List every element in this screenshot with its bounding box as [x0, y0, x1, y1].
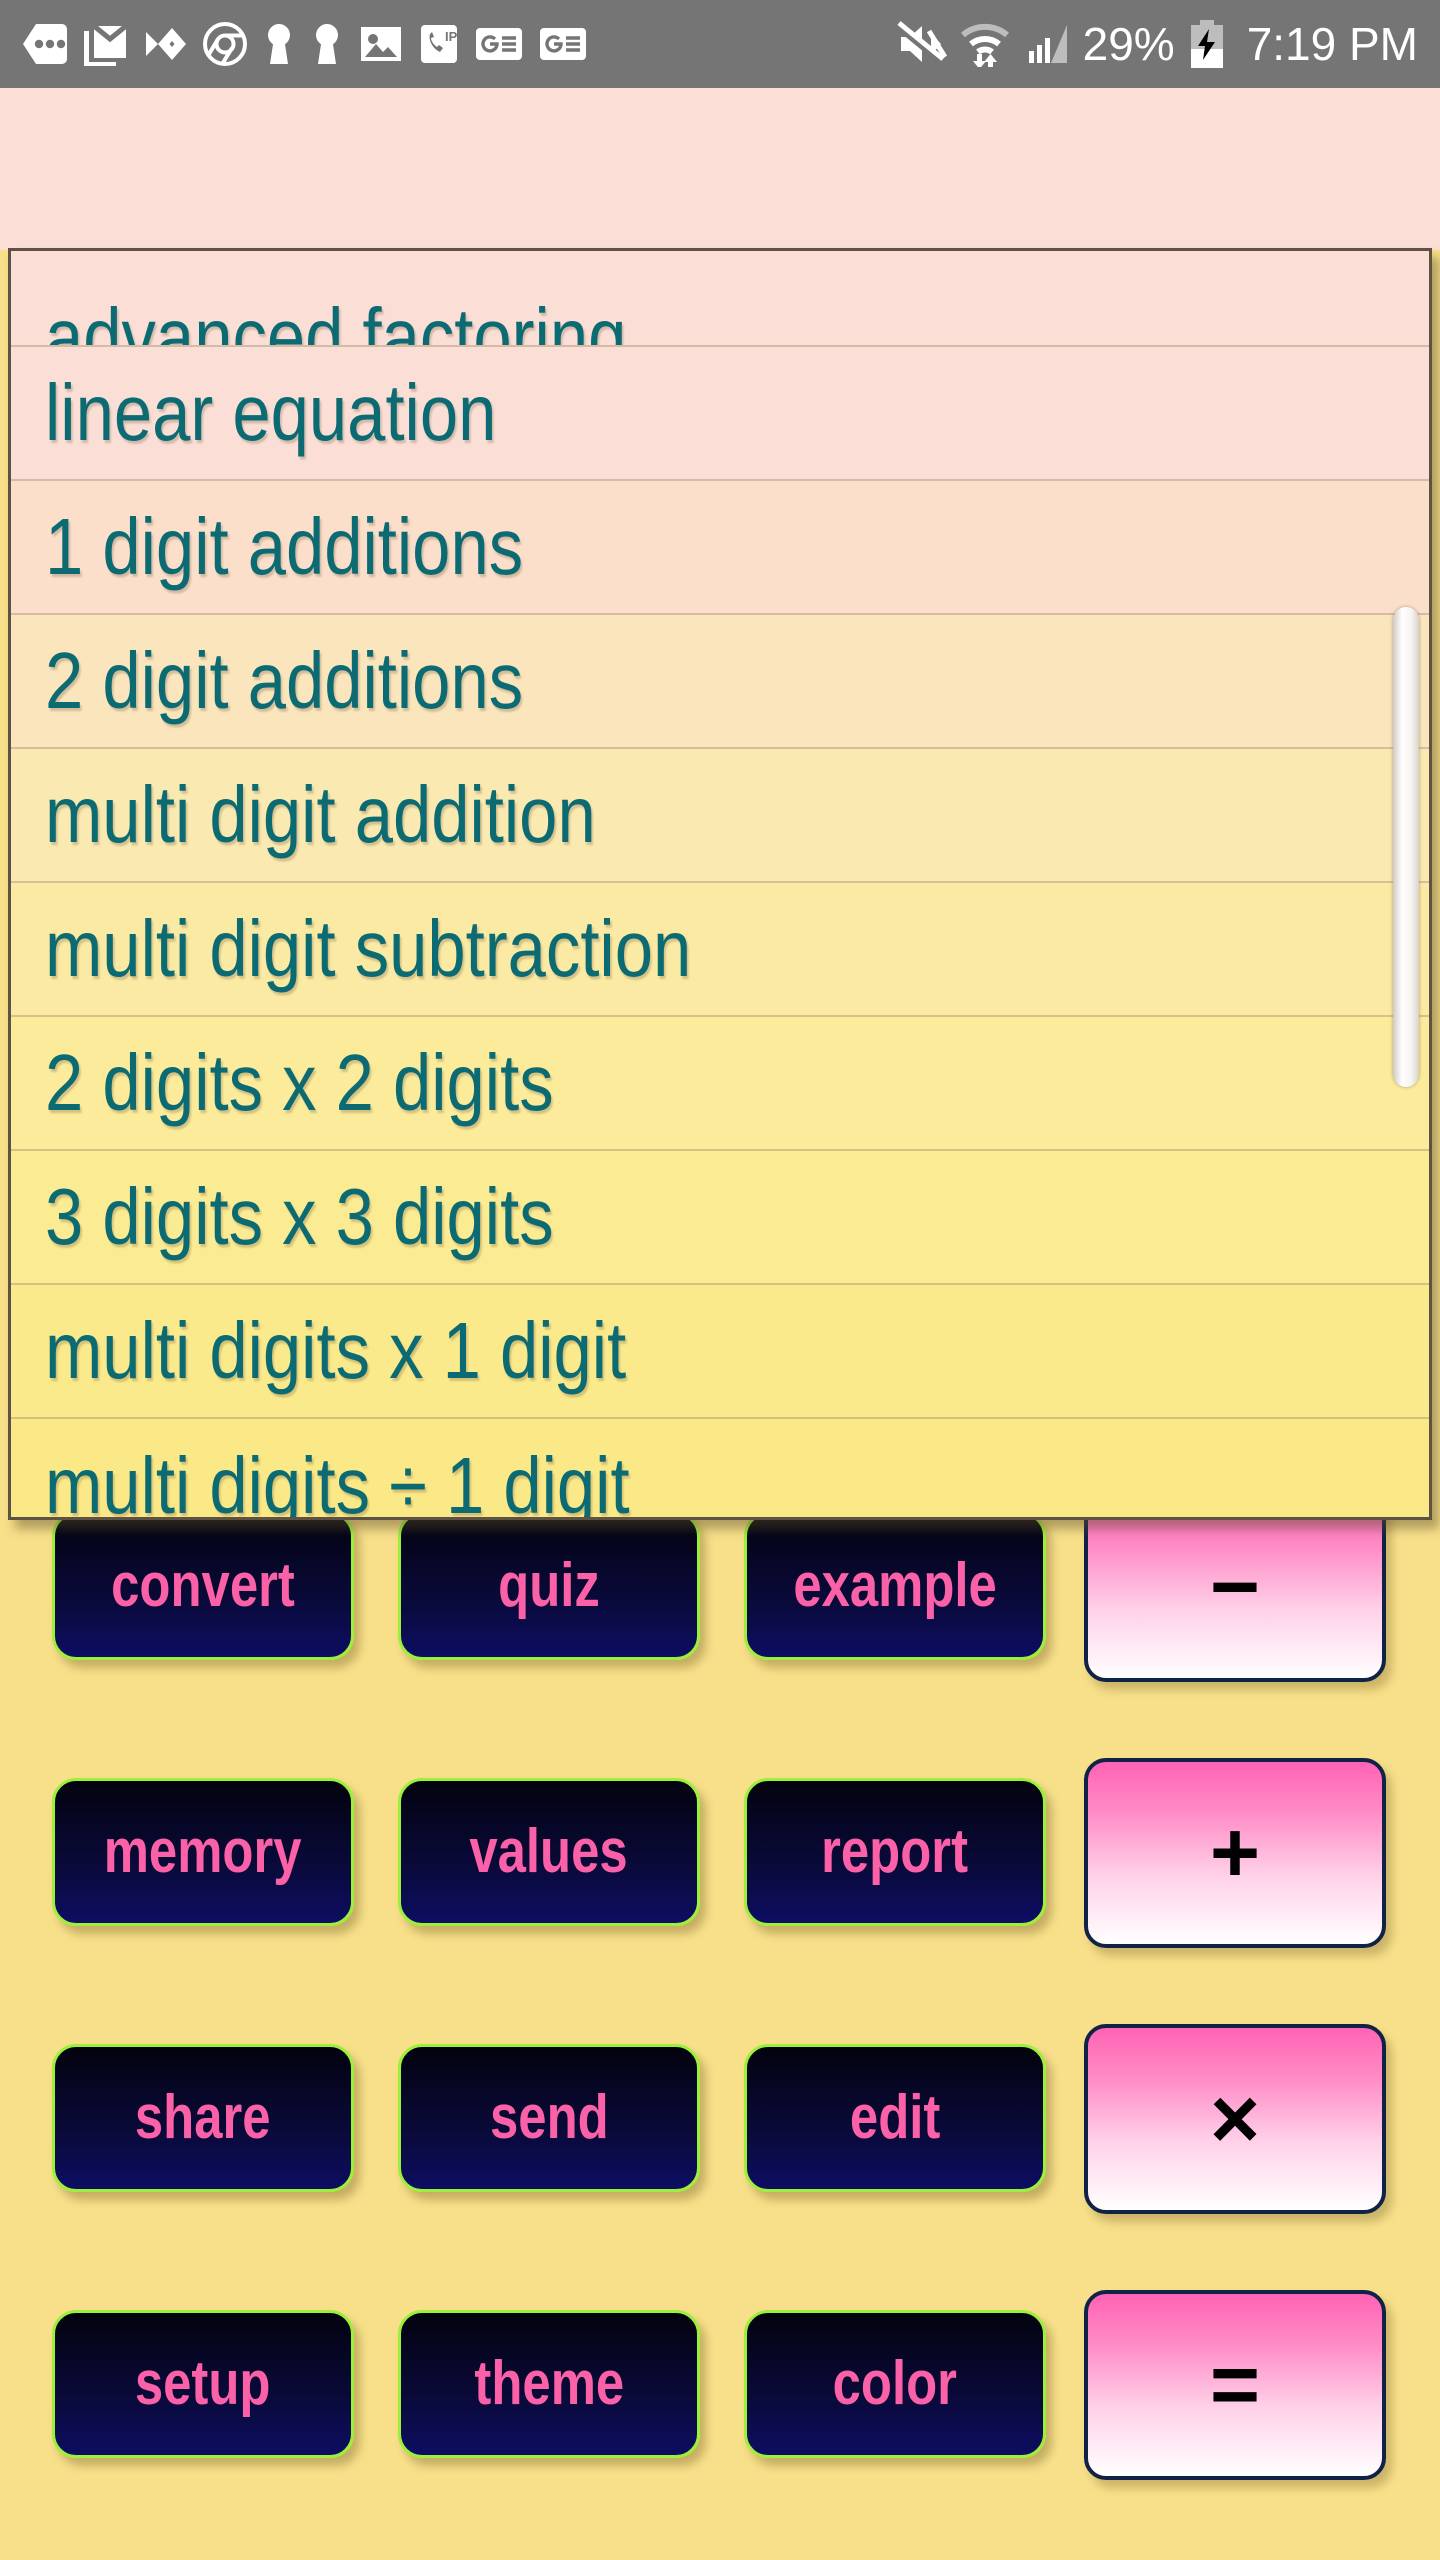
- phone-screen: IP 29% 7:19 PM convert quiz example memo…: [0, 0, 1440, 2560]
- list-item-label: multi digits x 1 digit: [45, 1306, 627, 1395]
- list-item[interactable]: multi digits ÷ 1 digit: [11, 1419, 1429, 1520]
- battery-charging-icon: [1190, 20, 1223, 68]
- list-item-label: 3 digits x 3 digits: [45, 1172, 554, 1261]
- button-label: memory: [104, 1817, 302, 1886]
- button-setup[interactable]: setup: [52, 2310, 354, 2458]
- button-label: send: [489, 2083, 609, 2152]
- wifi-icon: [960, 23, 1009, 67]
- chrome-icon: [203, 22, 247, 66]
- list-scrollbar-thumb[interactable]: [1393, 607, 1419, 1087]
- status-bar-notification-icons: IP: [22, 22, 588, 66]
- button-label: −: [1209, 1539, 1261, 1635]
- button-label: example: [793, 1551, 997, 1620]
- button-label: =: [1209, 2337, 1261, 2433]
- button-label: setup: [135, 2349, 271, 2418]
- button-label: convert: [111, 1551, 295, 1620]
- list-item[interactable]: 2 digits x 2 digits: [11, 1017, 1429, 1151]
- button-example[interactable]: example: [744, 1512, 1046, 1660]
- button-label: theme: [474, 2349, 624, 2418]
- google-news-icon: [476, 28, 522, 60]
- button-label: share: [135, 2083, 271, 2152]
- list-item-label: 2 digits x 2 digits: [45, 1038, 554, 1127]
- button-values[interactable]: values: [398, 1778, 700, 1926]
- button-plus[interactable]: +: [1084, 1758, 1386, 1948]
- list-item-label: multi digit subtraction: [45, 904, 692, 993]
- list-item-label: linear equation: [45, 368, 497, 457]
- button-minus[interactable]: −: [1084, 1492, 1386, 1682]
- list-scrollbar[interactable]: [1393, 255, 1423, 1513]
- clock-label: 7:19 PM: [1246, 18, 1418, 70]
- button-label: report: [821, 1817, 969, 1886]
- topic-list-inner: advanced factoring linear equation 1 dig…: [11, 251, 1429, 1520]
- button-label: values: [469, 1817, 629, 1886]
- button-label: ×: [1209, 2071, 1261, 2167]
- topic-selection-list[interactable]: advanced factoring linear equation 1 dig…: [8, 248, 1432, 1520]
- list-item[interactable]: 1 digit additions: [11, 481, 1429, 615]
- button-theme[interactable]: theme: [398, 2310, 700, 2458]
- list-item[interactable]: multi digits x 1 digit: [11, 1285, 1429, 1419]
- button-edit[interactable]: edit: [744, 2044, 1046, 2192]
- list-item[interactable]: multi digit subtraction: [11, 883, 1429, 1017]
- button-memory[interactable]: memory: [52, 1778, 354, 1926]
- button-equals[interactable]: =: [1084, 2290, 1386, 2480]
- list-item-label: multi digits ÷ 1 digit: [45, 1441, 630, 1520]
- list-item-label: 2 digit additions: [45, 636, 524, 725]
- photos-icon: [361, 27, 401, 61]
- button-quiz[interactable]: quiz: [398, 1512, 700, 1660]
- button-label: quiz: [498, 1551, 600, 1620]
- list-item[interactable]: advanced factoring: [11, 251, 1429, 347]
- button-label: +: [1209, 1805, 1261, 1901]
- messages-icon: [23, 24, 67, 64]
- google-news-icon-2: [540, 28, 586, 60]
- button-color[interactable]: color: [744, 2310, 1046, 2458]
- mute-icon: [896, 21, 947, 66]
- list-item[interactable]: multi digit addition: [11, 749, 1429, 883]
- button-send[interactable]: send: [398, 2044, 700, 2192]
- button-share[interactable]: share: [52, 2044, 354, 2192]
- battery-percent-label: 29%: [1082, 18, 1175, 70]
- list-item-label: multi digit addition: [45, 770, 596, 859]
- list-item[interactable]: 2 digit additions: [11, 615, 1429, 749]
- list-item-label: advanced factoring: [45, 292, 627, 347]
- button-label: color: [832, 2349, 958, 2418]
- keyhole-icon-2: [316, 24, 338, 64]
- voip-phone-icon: IP: [421, 25, 458, 63]
- list-item[interactable]: 3 digits x 3 digits: [11, 1151, 1429, 1285]
- button-label: edit: [849, 2083, 941, 2152]
- keyhole-icon: [268, 24, 290, 64]
- status-bar-system-icons: 29% 7:19 PM: [895, 19, 1418, 69]
- svg-text:IP: IP: [445, 29, 458, 44]
- button-multiply[interactable]: ×: [1084, 2024, 1386, 2214]
- list-item-label: 1 digit additions: [45, 502, 524, 591]
- cellular-signal-icon: [1028, 25, 1067, 63]
- button-report[interactable]: report: [744, 1778, 1046, 1926]
- list-item[interactable]: linear equation: [11, 347, 1429, 481]
- button-convert[interactable]: convert: [52, 1512, 354, 1660]
- gmail-icon: [84, 24, 128, 66]
- diamond-icon: [146, 28, 186, 60]
- status-bar: IP 29% 7:19 PM: [0, 0, 1440, 88]
